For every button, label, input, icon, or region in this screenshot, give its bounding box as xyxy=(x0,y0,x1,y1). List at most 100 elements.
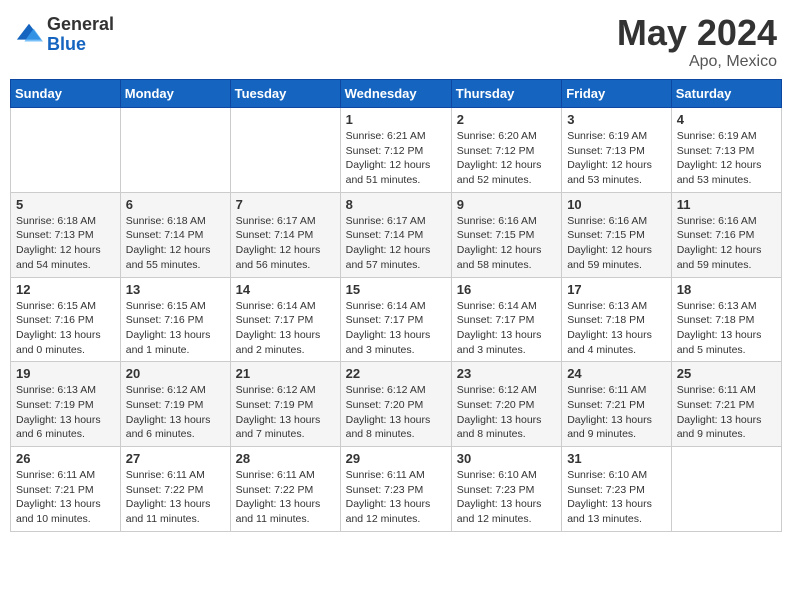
day-info: Sunrise: 6:13 AM Sunset: 7:19 PM Dayligh… xyxy=(16,383,115,442)
day-header-thursday: Thursday xyxy=(451,80,561,108)
logo-blue-text: Blue xyxy=(47,35,114,55)
calendar-cell xyxy=(120,108,230,193)
calendar-cell: 26 Sunrise: 6:11 AM Sunset: 7:21 PM Dayli… xyxy=(11,447,121,532)
calendar-cell: 9 Sunrise: 6:16 AM Sunset: 7:15 PM Daylig… xyxy=(451,192,561,277)
day-info: Sunrise: 6:11 AM Sunset: 7:21 PM Dayligh… xyxy=(567,383,666,442)
day-info: Sunrise: 6:10 AM Sunset: 7:23 PM Dayligh… xyxy=(567,468,666,527)
day-info: Sunrise: 6:15 AM Sunset: 7:16 PM Dayligh… xyxy=(126,299,225,358)
day-number: 31 xyxy=(567,451,666,466)
calendar-cell: 5 Sunrise: 6:18 AM Sunset: 7:13 PM Daylig… xyxy=(11,192,121,277)
day-number: 27 xyxy=(126,451,225,466)
calendar-cell: 4 Sunrise: 6:19 AM Sunset: 7:13 PM Daylig… xyxy=(671,108,781,193)
title-block: May 2024 Apo, Mexico xyxy=(617,15,777,71)
calendar-cell: 19 Sunrise: 6:13 AM Sunset: 7:19 PM Dayli… xyxy=(11,362,121,447)
day-number: 13 xyxy=(126,282,225,297)
calendar-cell xyxy=(671,447,781,532)
calendar-cell: 25 Sunrise: 6:11 AM Sunset: 7:21 PM Dayli… xyxy=(671,362,781,447)
calendar-cell: 6Sunrise: 6:18 AM Sunset: 7:14 PM Daylig… xyxy=(120,192,230,277)
week-row-1: 5 Sunrise: 6:18 AM Sunset: 7:13 PM Daylig… xyxy=(11,192,782,277)
days-header-row: SundayMondayTuesdayWednesdayThursdayFrid… xyxy=(11,80,782,108)
calendar-cell: 30 Sunrise: 6:10 AM Sunset: 7:23 PM Dayli… xyxy=(451,447,561,532)
page-header: General Blue May 2024 Apo, Mexico xyxy=(10,10,782,71)
calendar-cell: 29Sunrise: 6:11 AM Sunset: 7:23 PM Dayli… xyxy=(340,447,451,532)
calendar-cell: 7Sunrise: 6:17 AM Sunset: 7:14 PM Daylig… xyxy=(230,192,340,277)
day-info: Sunrise: 6:16 AM Sunset: 7:15 PM Dayligh… xyxy=(457,214,556,273)
day-info: Sunrise: 6:14 AM Sunset: 7:17 PM Dayligh… xyxy=(457,299,556,358)
day-info: Sunrise: 6:12 AM Sunset: 7:19 PM Dayligh… xyxy=(236,383,335,442)
day-number: 9 xyxy=(457,197,556,212)
logo: General Blue xyxy=(15,15,114,55)
day-info: Sunrise: 6:11 AM Sunset: 7:23 PM Dayligh… xyxy=(346,468,446,527)
day-number: 5 xyxy=(16,197,115,212)
day-info: Sunrise: 6:11 AM Sunset: 7:22 PM Dayligh… xyxy=(126,468,225,527)
week-row-2: 12 Sunrise: 6:15 AM Sunset: 7:16 PM Dayli… xyxy=(11,277,782,362)
day-number: 15 xyxy=(346,282,446,297)
day-header-wednesday: Wednesday xyxy=(340,80,451,108)
day-info: Sunrise: 6:20 AM Sunset: 7:12 PM Dayligh… xyxy=(457,129,556,188)
calendar-cell: 23 Sunrise: 6:12 AM Sunset: 7:20 PM Dayli… xyxy=(451,362,561,447)
day-info: Sunrise: 6:19 AM Sunset: 7:13 PM Dayligh… xyxy=(567,129,666,188)
day-header-saturday: Saturday xyxy=(671,80,781,108)
day-info: Sunrise: 6:19 AM Sunset: 7:13 PM Dayligh… xyxy=(677,129,776,188)
calendar-cell: 13 Sunrise: 6:15 AM Sunset: 7:16 PM Dayli… xyxy=(120,277,230,362)
day-info: Sunrise: 6:11 AM Sunset: 7:21 PM Dayligh… xyxy=(16,468,115,527)
day-number: 12 xyxy=(16,282,115,297)
calendar-cell: 14Sunrise: 6:14 AM Sunset: 7:17 PM Dayli… xyxy=(230,277,340,362)
week-row-0: 1 Sunrise: 6:21 AM Sunset: 7:12 PM Daylig… xyxy=(11,108,782,193)
calendar-cell: 10Sunrise: 6:16 AM Sunset: 7:15 PM Dayli… xyxy=(562,192,672,277)
calendar-cell: 17 Sunrise: 6:13 AM Sunset: 7:18 PM Dayli… xyxy=(562,277,672,362)
day-number: 20 xyxy=(126,366,225,381)
day-number: 22 xyxy=(346,366,446,381)
calendar-cell: 20 Sunrise: 6:12 AM Sunset: 7:19 PM Dayli… xyxy=(120,362,230,447)
calendar-cell: 24 Sunrise: 6:11 AM Sunset: 7:21 PM Dayli… xyxy=(562,362,672,447)
calendar-cell: 22 Sunrise: 6:12 AM Sunset: 7:20 PM Dayli… xyxy=(340,362,451,447)
calendar-cell: 21 Sunrise: 6:12 AM Sunset: 7:19 PM Dayli… xyxy=(230,362,340,447)
day-info: Sunrise: 6:17 AM Sunset: 7:14 PM Dayligh… xyxy=(236,214,335,273)
day-number: 28 xyxy=(236,451,335,466)
day-number: 19 xyxy=(16,366,115,381)
day-number: 4 xyxy=(677,112,776,127)
day-info: Sunrise: 6:13 AM Sunset: 7:18 PM Dayligh… xyxy=(677,299,776,358)
day-info: Sunrise: 6:21 AM Sunset: 7:12 PM Dayligh… xyxy=(346,129,446,188)
calendar-cell: 28Sunrise: 6:11 AM Sunset: 7:22 PM Dayli… xyxy=(230,447,340,532)
day-info: Sunrise: 6:14 AM Sunset: 7:17 PM Dayligh… xyxy=(346,299,446,358)
day-info: Sunrise: 6:11 AM Sunset: 7:21 PM Dayligh… xyxy=(677,383,776,442)
day-number: 11 xyxy=(677,197,776,212)
day-number: 26 xyxy=(16,451,115,466)
calendar-cell: 31 Sunrise: 6:10 AM Sunset: 7:23 PM Dayli… xyxy=(562,447,672,532)
day-info: Sunrise: 6:12 AM Sunset: 7:20 PM Dayligh… xyxy=(457,383,556,442)
day-header-tuesday: Tuesday xyxy=(230,80,340,108)
calendar-cell: 15 Sunrise: 6:14 AM Sunset: 7:17 PM Dayli… xyxy=(340,277,451,362)
day-info: Sunrise: 6:15 AM Sunset: 7:16 PM Dayligh… xyxy=(16,299,115,358)
day-info: Sunrise: 6:12 AM Sunset: 7:20 PM Dayligh… xyxy=(346,383,446,442)
calendar-cell: 1 Sunrise: 6:21 AM Sunset: 7:12 PM Daylig… xyxy=(340,108,451,193)
day-info: Sunrise: 6:10 AM Sunset: 7:23 PM Dayligh… xyxy=(457,468,556,527)
day-info: Sunrise: 6:18 AM Sunset: 7:13 PM Dayligh… xyxy=(16,214,115,273)
month-title: May 2024 xyxy=(617,15,777,51)
day-number: 30 xyxy=(457,451,556,466)
calendar-cell xyxy=(11,108,121,193)
day-number: 24 xyxy=(567,366,666,381)
calendar-cell: 18 Sunrise: 6:13 AM Sunset: 7:18 PM Dayli… xyxy=(671,277,781,362)
calendar-cell: 16Sunrise: 6:14 AM Sunset: 7:17 PM Dayli… xyxy=(451,277,561,362)
day-number: 18 xyxy=(677,282,776,297)
day-header-sunday: Sunday xyxy=(11,80,121,108)
week-row-3: 19 Sunrise: 6:13 AM Sunset: 7:19 PM Dayli… xyxy=(11,362,782,447)
calendar-cell xyxy=(230,108,340,193)
day-number: 23 xyxy=(457,366,556,381)
day-header-friday: Friday xyxy=(562,80,672,108)
calendar-cell: 12 Sunrise: 6:15 AM Sunset: 7:16 PM Dayli… xyxy=(11,277,121,362)
day-number: 1 xyxy=(346,112,446,127)
day-info: Sunrise: 6:13 AM Sunset: 7:18 PM Dayligh… xyxy=(567,299,666,358)
day-number: 21 xyxy=(236,366,335,381)
calendar-cell: 2Sunrise: 6:20 AM Sunset: 7:12 PM Daylig… xyxy=(451,108,561,193)
day-info: Sunrise: 6:12 AM Sunset: 7:19 PM Dayligh… xyxy=(126,383,225,442)
calendar-cell: 27 Sunrise: 6:11 AM Sunset: 7:22 PM Dayli… xyxy=(120,447,230,532)
logo-icon xyxy=(15,21,43,49)
day-number: 17 xyxy=(567,282,666,297)
day-info: Sunrise: 6:17 AM Sunset: 7:14 PM Dayligh… xyxy=(346,214,446,273)
day-info: Sunrise: 6:16 AM Sunset: 7:16 PM Dayligh… xyxy=(677,214,776,273)
week-row-4: 26 Sunrise: 6:11 AM Sunset: 7:21 PM Dayli… xyxy=(11,447,782,532)
day-number: 25 xyxy=(677,366,776,381)
calendar-cell: 3Sunrise: 6:19 AM Sunset: 7:13 PM Daylig… xyxy=(562,108,672,193)
